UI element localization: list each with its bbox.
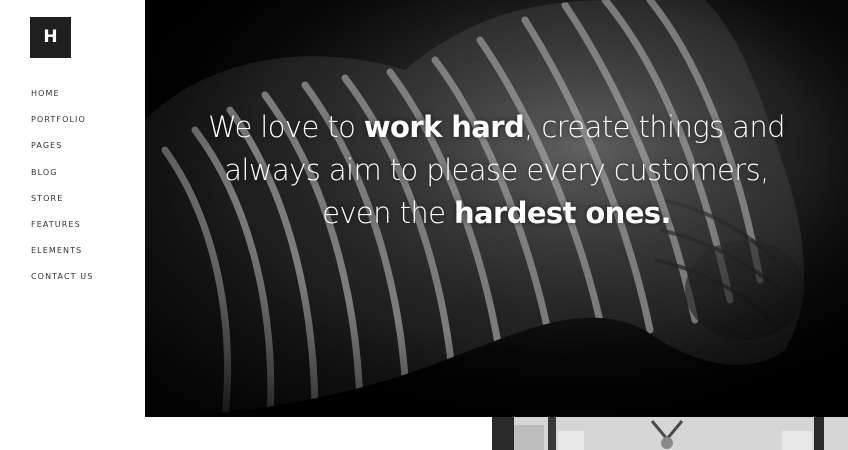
nav-item-blog[interactable]: BLOG — [31, 163, 93, 189]
hero-line3-normal: even the — [322, 196, 454, 230]
nav-link-features[interactable]: FEATURES — [31, 220, 81, 229]
portfolio-image[interactable] — [492, 417, 848, 450]
portfolio-thumbnail — [492, 417, 848, 450]
nav-link-home[interactable]: HOME — [31, 89, 60, 98]
nav-item-store[interactable]: STORE — [31, 189, 93, 215]
hero-line1-bold: work hard — [363, 110, 525, 144]
nav-item-pages[interactable]: PAGES — [31, 136, 93, 162]
nav-item-portfolio[interactable]: PORTFOLIO — [31, 110, 93, 136]
hero-line2: always aim to please every customers, — [224, 153, 769, 187]
hero-line1-rest: , create things and — [524, 110, 785, 144]
nav-link-portfolio[interactable]: PORTFOLIO — [31, 115, 86, 124]
nav-item-home[interactable]: HOME — [31, 84, 93, 110]
hero-line3-bold: hardest ones. — [453, 196, 671, 230]
nav-item-elements[interactable]: ELEMENTS — [31, 241, 93, 267]
nav-link-contact-us[interactable]: CONTACT US — [31, 272, 93, 281]
nav-link-elements[interactable]: ELEMENTS — [31, 246, 82, 255]
sidebar: H HOME PORTFOLIO PAGES BLOG STORE FEATUR… — [0, 0, 145, 450]
hero-section: We love to work hard, create things and … — [145, 0, 848, 417]
nav-link-store[interactable]: STORE — [31, 194, 63, 203]
nav-item-features[interactable]: FEATURES — [31, 215, 93, 241]
hero-headline: We love to work hard, create things and … — [145, 106, 848, 235]
nav-item-contact-us[interactable]: CONTACT US — [31, 267, 93, 293]
site-logo[interactable]: H — [30, 17, 71, 58]
nav-link-pages[interactable]: PAGES — [31, 141, 62, 150]
hero-line1-normal: We love to — [208, 110, 364, 144]
page: H HOME PORTFOLIO PAGES BLOG STORE FEATUR… — [0, 0, 848, 450]
main-nav: HOME PORTFOLIO PAGES BLOG STORE FEATURES… — [31, 84, 93, 294]
nav-link-blog[interactable]: BLOG — [31, 168, 58, 177]
